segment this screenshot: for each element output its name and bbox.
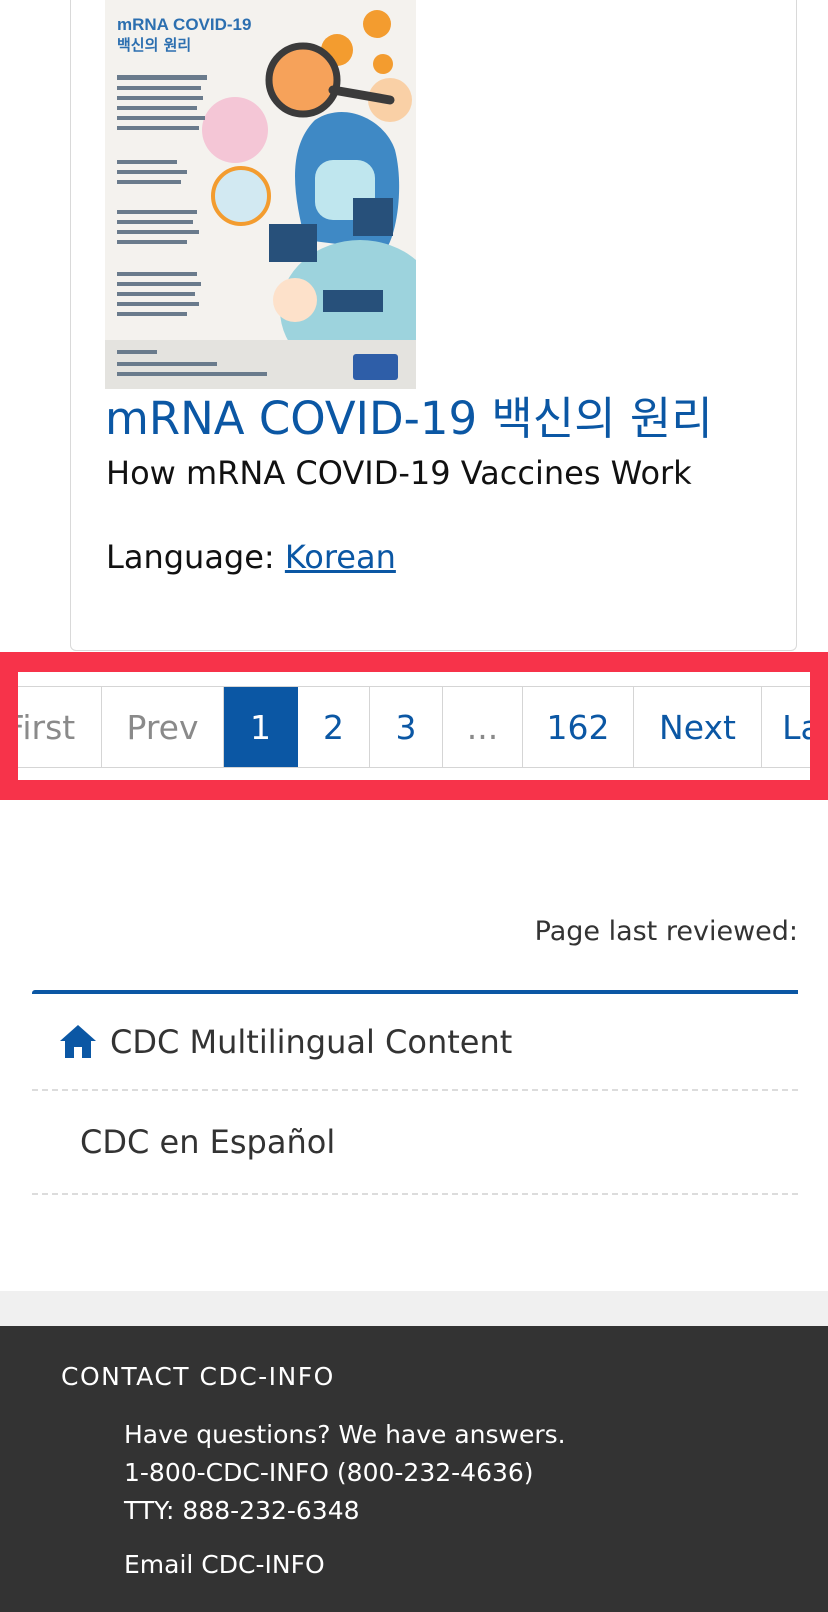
resource-title-link[interactable]: mRNA COVID-19 백신의 원리: [105, 392, 713, 446]
poster-title-line1: mRNA COVID-19: [117, 15, 251, 34]
home-icon: [60, 1024, 96, 1058]
nav-home-label: CDC Multilingual Content: [110, 1022, 513, 1061]
resource-language: Language: Korean: [106, 537, 396, 577]
footer-line-phone[interactable]: 1-800-CDC-INFO (800-232-4636): [124, 1458, 534, 1487]
resource-subtitle: How mRNA COVID-19 Vaccines Work: [106, 454, 692, 492]
pagination-last[interactable]: Last: [762, 687, 810, 767]
nav-item-cdc-espanol[interactable]: CDC en Español: [32, 1091, 798, 1195]
pagination-prev[interactable]: Prev: [102, 687, 224, 767]
footer-heading: CONTACT CDC-INFO: [61, 1362, 335, 1391]
poster-title-line2: 백신의 원리: [117, 36, 191, 54]
pagination-page-1[interactable]: 1: [224, 687, 298, 767]
poster-thumbnail[interactable]: mRNA COVID-19 백신의 원리: [105, 0, 416, 389]
footer-email-link[interactable]: Email CDC-INFO: [124, 1550, 325, 1579]
footer-line-tty[interactable]: TTY: 888-232-6348: [124, 1496, 360, 1525]
language-label: Language:: [106, 538, 275, 576]
poster-illustration: mRNA COVID-19 백신의 원리: [105, 0, 416, 389]
pagination-page-3[interactable]: 3: [370, 687, 443, 767]
page-last-reviewed: Page last reviewed:: [534, 916, 798, 947]
pagination-container: First Prev 1 2 3 ... 162 Next Last: [18, 672, 810, 780]
pagination: First Prev 1 2 3 ... 162 Next Last: [18, 686, 810, 768]
footer-line-questions: Have questions? We have answers.: [124, 1420, 566, 1449]
pagination-page-2[interactable]: 2: [298, 687, 370, 767]
nav-item-home[interactable]: CDC Multilingual Content: [32, 994, 798, 1091]
pagination-ellipsis: ...: [443, 687, 523, 767]
language-link[interactable]: Korean: [285, 538, 396, 576]
left-nav: CDC Multilingual Content CDC en Español: [32, 990, 798, 1195]
cdc-logo-icon: [353, 354, 398, 380]
footer: CONTACT CDC-INFO Have questions? We have…: [0, 1326, 828, 1612]
pagination-next[interactable]: Next: [634, 687, 762, 767]
pagination-page-162[interactable]: 162: [523, 687, 634, 767]
footer-divider: [0, 1291, 828, 1326]
pagination-first[interactable]: First: [18, 687, 102, 767]
